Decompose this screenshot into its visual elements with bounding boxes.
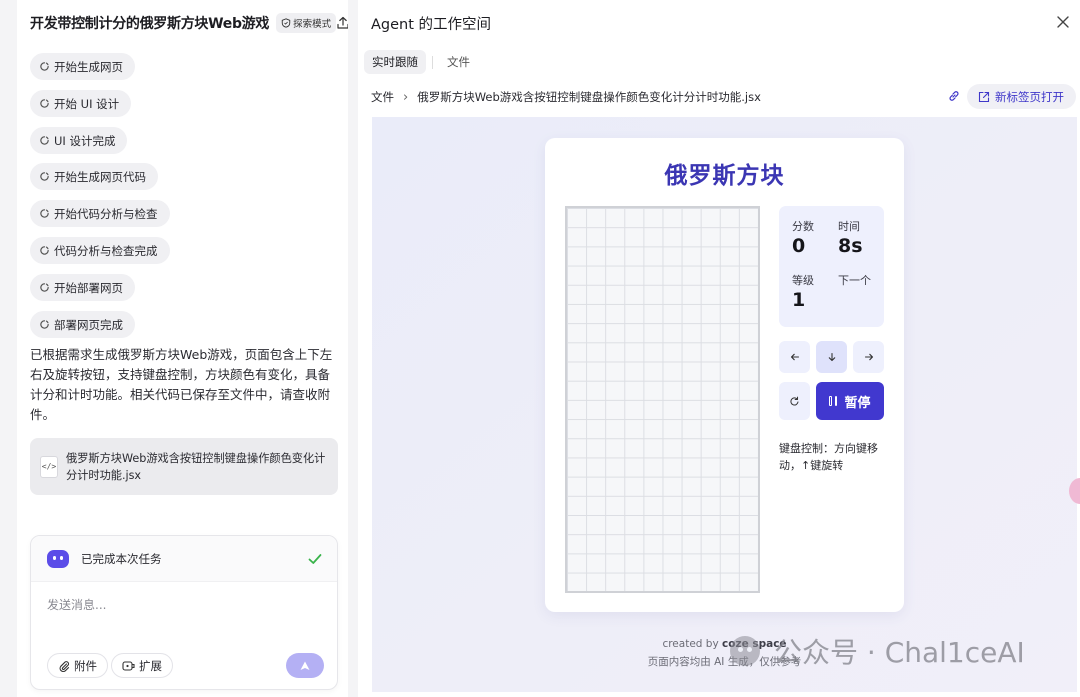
level-label: 等级 (792, 274, 814, 287)
loading-icon (40, 136, 49, 145)
step-label: 开始生成网页代码 (54, 169, 146, 184)
extension-icon (122, 660, 135, 671)
link-icon[interactable] (947, 89, 961, 103)
step-item[interactable]: 部署网页完成 (30, 311, 135, 338)
workspace-panel: Agent 的工作空间 实时跟随 文件 文件 › 俄罗斯方块Web游戏含按钮控制… (358, 0, 1080, 697)
step-item[interactable]: 代码分析与检查完成 (30, 237, 170, 264)
rotate-button[interactable] (779, 382, 810, 420)
time-value: 8s (838, 235, 863, 257)
shield-icon (281, 18, 291, 28)
workspace-tabs: 实时跟随 文件 (364, 49, 478, 75)
step-item[interactable]: 开始 UI 设计 (30, 90, 132, 117)
share-button[interactable] (336, 15, 348, 31)
expand-label: 扩展 (139, 658, 162, 673)
game-board (565, 206, 760, 593)
assistant-summary: 已根据需求生成俄罗斯方块Web游戏，页面包含上下左右及旋转按钮，支持键盘控制，方… (30, 347, 333, 422)
time-label: 时间 (838, 220, 860, 233)
loading-icon (40, 246, 49, 255)
breadcrumb-file: 俄罗斯方块Web游戏含按钮控制键盘操作颜色变化计分计时功能.jsx (417, 90, 761, 104)
attachment-card[interactable]: </> 俄罗斯方块Web游戏含按钮控制键盘操作颜色变化计分计时功能.jsx (30, 438, 338, 495)
tab-files[interactable]: 文件 (439, 50, 478, 74)
code-file-icon: </> (40, 455, 58, 478)
send-arrow-icon (300, 661, 310, 670)
attach-label: 附件 (74, 658, 97, 673)
loading-icon (40, 172, 49, 181)
chevron-right-icon: › (403, 89, 409, 105)
conversation-title: 开发带控制计分的俄罗斯方块Web游戏 (30, 16, 270, 32)
paperclip-icon (59, 660, 70, 672)
step-label: 开始代码分析与检查 (54, 206, 158, 221)
watermark-text: 公众号 · Chal1ceAI (774, 636, 1025, 669)
pause-button[interactable]: 暂停 (816, 382, 884, 420)
loading-icon (40, 99, 49, 108)
bot-avatar (47, 549, 69, 568)
check-icon (308, 553, 322, 564)
step-label: 部署网页完成 (54, 317, 123, 332)
score-value: 0 (792, 235, 806, 257)
move-right-button[interactable] (853, 341, 884, 373)
watermark: 公众号 · Chal1ceAI (730, 631, 1025, 671)
send-button[interactable] (286, 653, 324, 678)
breadcrumb: 文件 › 俄罗斯方块Web游戏含按钮控制键盘操作颜色变化计分计时功能.jsx (371, 86, 761, 108)
workspace-title: Agent 的工作空间 (371, 17, 492, 33)
step-label: 代码分析与检查完成 (54, 243, 158, 258)
close-icon[interactable] (1055, 14, 1071, 30)
move-down-button[interactable] (816, 341, 847, 373)
game-title: 俄罗斯方块 (664, 163, 785, 189)
attach-button[interactable]: 附件 (47, 653, 108, 678)
loading-icon (40, 320, 49, 329)
step-label: 开始 UI 设计 (54, 96, 120, 111)
chat-panel: 开发带控制计分的俄罗斯方块Web游戏 探索模式 开始生成网页 开始 UI 设计 … (17, 0, 348, 697)
task-status-row[interactable]: 已完成本次任务 (31, 536, 337, 582)
explore-mode-badge[interactable]: 探索模式 (276, 13, 337, 33)
message-input[interactable] (47, 598, 317, 612)
loading-icon (40, 283, 49, 292)
expand-button[interactable]: 扩展 (111, 653, 173, 678)
arrow-left-icon (790, 353, 799, 361)
message-composer: 已完成本次任务 附件 扩展 (30, 535, 338, 690)
open-in-new-tab-label: 新标签页打开 (995, 89, 1064, 104)
keyboard-hint: 键盘控制：方向键移动，↑键旋转 (779, 442, 878, 472)
step-item[interactable]: UI 设计完成 (30, 127, 128, 154)
attachment-name: 俄罗斯方块Web游戏含按钮控制键盘操作颜色变化计分计时功能.jsx (66, 451, 326, 482)
open-in-new-tab-button[interactable]: 新标签页打开 (967, 84, 1076, 109)
webpage-preview: 俄罗斯方块 分数 0 时间 8s 等级 1 下一个 暂停 键盘控制：方向键移动，… (372, 117, 1077, 692)
task-status-label: 已完成本次任务 (81, 551, 162, 566)
stats-panel: 分数 0 时间 8s 等级 1 下一个 (779, 206, 884, 327)
step-label: 开始生成网页 (54, 59, 123, 74)
step-item[interactable]: 开始代码分析与检查 (30, 200, 170, 227)
external-link-icon (978, 91, 990, 102)
next-piece-label: 下一个 (838, 274, 871, 287)
breadcrumb-root[interactable]: 文件 (371, 89, 394, 105)
arrow-down-icon (828, 352, 835, 362)
level-value: 1 (792, 289, 806, 311)
arrow-right-icon (864, 353, 873, 361)
loading-icon (40, 62, 49, 71)
created-by-text: created by (662, 638, 723, 650)
rotate-icon (790, 396, 799, 405)
step-item[interactable]: 开始生成网页 (30, 53, 135, 80)
mode-badge-label: 探索模式 (293, 19, 332, 30)
tab-live-follow[interactable]: 实时跟随 (364, 50, 426, 74)
tetris-game-card: 俄罗斯方块 分数 0 时间 8s 等级 1 下一个 暂停 键盘控制：方向键移动，… (545, 138, 904, 612)
step-item[interactable]: 开始部署网页 (30, 274, 135, 301)
loading-icon (40, 209, 49, 218)
step-label: UI 设计完成 (54, 133, 116, 148)
move-left-button[interactable] (779, 341, 810, 373)
upload-icon (337, 16, 348, 29)
pause-icon (829, 396, 838, 406)
step-item[interactable]: 开始生成网页代码 (30, 163, 158, 190)
tab-divider (432, 55, 433, 69)
conversation-header: 开发带控制计分的俄罗斯方块Web游戏 探索模式 (30, 10, 348, 36)
pause-label: 暂停 (844, 395, 871, 411)
wechat-logo-icon (730, 636, 760, 666)
step-label: 开始部署网页 (54, 280, 123, 295)
score-label: 分数 (792, 220, 814, 233)
